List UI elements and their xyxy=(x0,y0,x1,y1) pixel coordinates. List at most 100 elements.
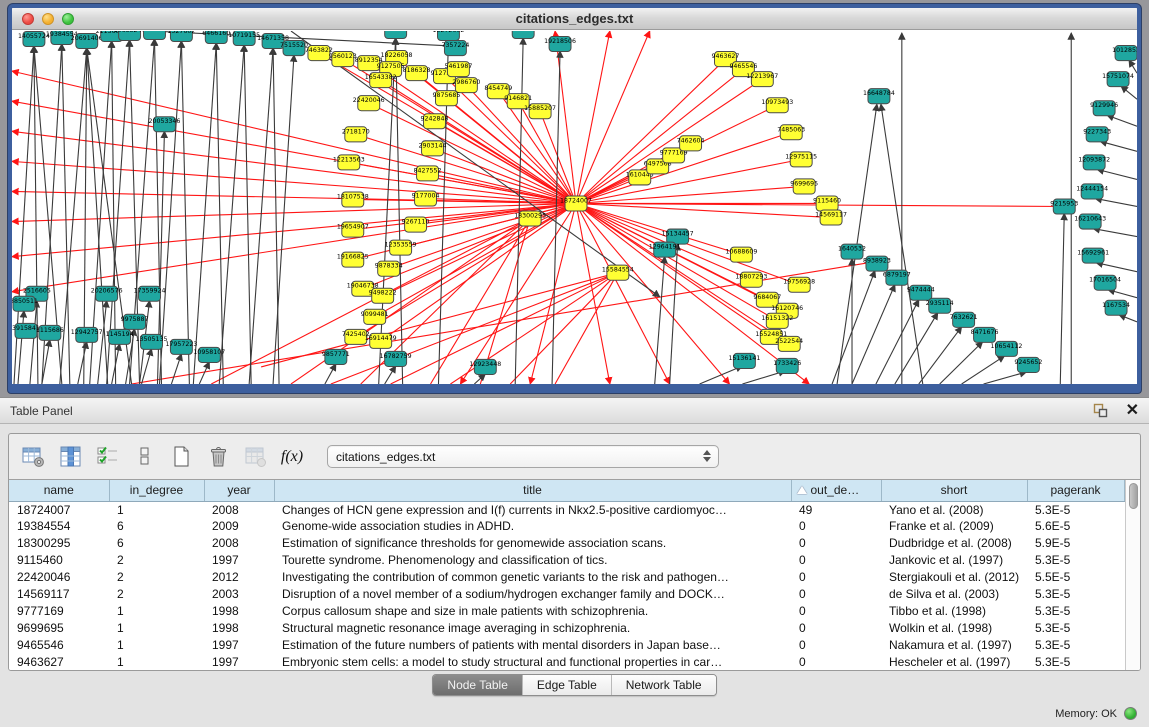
node-attribute-table[interactable]: namein_degreeyeartitleout_de…shortpagera… xyxy=(9,480,1125,670)
scrollbar-thumb[interactable] xyxy=(1129,483,1138,509)
function-builder-icon[interactable]: f(x) xyxy=(280,445,304,469)
table-settings-icon[interactable] xyxy=(21,445,45,469)
table-cell[interactable]: 1997 xyxy=(204,653,274,670)
graph-node[interactable]: 2935114 xyxy=(926,298,954,313)
column-header-in_degree[interactable]: in_degree xyxy=(109,480,204,501)
table-cell[interactable]: Yano et al. (2008) xyxy=(881,501,1027,518)
table-cell[interactable]: 0 xyxy=(791,585,881,602)
graph-node[interactable]: 10973493 xyxy=(761,98,793,113)
table-cell[interactable]: 0 xyxy=(791,518,881,535)
table-cell[interactable]: 5.3E-5 xyxy=(1027,585,1124,602)
graph-node[interactable]: 5461987 xyxy=(444,62,472,77)
graph-edge[interactable] xyxy=(852,285,895,384)
graph-node[interactable]: 16914479 xyxy=(365,333,397,348)
row-height-icon[interactable] xyxy=(132,445,156,469)
graph-node[interactable]: 20206576 xyxy=(91,286,123,301)
graph-node[interactable]: 9227343 xyxy=(1083,127,1111,142)
table-cell[interactable]: 0 xyxy=(791,602,881,619)
graph-edge[interactable] xyxy=(1129,60,1137,73)
graph-edge[interactable] xyxy=(1093,229,1137,237)
graph-edge[interactable] xyxy=(181,41,189,384)
table-cell[interactable]: 0 xyxy=(791,653,881,670)
table-cell[interactable]: 0 xyxy=(791,552,881,569)
graph-node[interactable]: 9498222 xyxy=(369,288,397,303)
table-cell[interactable]: 1997 xyxy=(204,552,274,569)
graph-node[interactable]: 16053809 xyxy=(380,31,412,39)
delete-table-icon[interactable] xyxy=(206,445,230,469)
table-cell[interactable]: 2 xyxy=(109,569,204,586)
graph-node[interactable]: 15885207 xyxy=(524,104,556,119)
graph-node[interactable]: 9115460 xyxy=(813,196,841,211)
table-cell[interactable]: 5.3E-5 xyxy=(1027,653,1124,670)
graph-edge[interactable] xyxy=(576,69,743,203)
table-cell[interactable]: 6 xyxy=(109,535,204,552)
graph-node[interactable]: 18300295 xyxy=(514,211,546,226)
graph-node[interactable]: 22420046 xyxy=(353,96,385,111)
graph-node[interactable]: 6466160 xyxy=(202,31,230,44)
table-cell[interactable]: 1 xyxy=(109,501,204,518)
graph-node[interactable]: 15136141 xyxy=(728,353,760,368)
table-cell[interactable]: 1 xyxy=(109,619,204,636)
graph-node[interactable]: 1733426 xyxy=(773,358,801,373)
graph-edge[interactable] xyxy=(1097,169,1137,179)
column-header-year[interactable]: year xyxy=(204,480,274,501)
graph-edge[interactable] xyxy=(216,43,223,384)
table-row[interactable]: 946554611997Estimation of the future num… xyxy=(9,636,1124,653)
table-cell[interactable]: 0 xyxy=(791,619,881,636)
minimize-window-button[interactable] xyxy=(42,13,54,25)
table-row[interactable]: 2242004622012Investigating the contribut… xyxy=(9,569,1124,586)
graph-node[interactable]: 17016504 xyxy=(1089,275,1121,290)
table-cell[interactable]: Nakamura et al. (1997) xyxy=(881,636,1027,653)
table-cell[interactable]: 18300295 xyxy=(9,535,109,552)
graph-edge[interactable] xyxy=(385,366,396,384)
table-cell[interactable]: 0 xyxy=(791,636,881,653)
network-window[interactable]: citations_edges.txt 18724007183002951558… xyxy=(8,4,1141,393)
table-scrollbar[interactable] xyxy=(1125,480,1141,670)
table-cell[interactable]: 9777169 xyxy=(9,602,109,619)
column-header-pagerank[interactable]: pagerank xyxy=(1027,480,1124,501)
table-cell[interactable]: 5.3E-5 xyxy=(1027,501,1124,518)
graph-node[interactable]: 7515520 xyxy=(280,41,308,56)
graph-edge[interactable] xyxy=(12,101,576,203)
graph-node[interactable]: 15584554 xyxy=(602,265,634,280)
table-cell[interactable]: Estimation of the future numbers of pati… xyxy=(274,636,791,653)
citation-network-graph[interactable]: 1872400718300295155845547463822956012389… xyxy=(12,31,1137,384)
graph-node[interactable]: 12964191 xyxy=(649,242,681,257)
table-cell[interactable]: 1998 xyxy=(204,619,274,636)
graph-node[interactable]: 9099481 xyxy=(361,309,389,324)
graph-node[interactable]: 9857771 xyxy=(322,349,350,364)
graph-node[interactable]: 8850511 xyxy=(12,296,38,311)
graph-edge[interactable] xyxy=(249,48,273,384)
table-row[interactable]: 969969511998Structural magnetic resonanc… xyxy=(9,619,1124,636)
column-header-out_de[interactable]: out_de… xyxy=(791,480,881,501)
table-cell[interactable]: Wolkin et al. (1998) xyxy=(881,619,1027,636)
table-cell[interactable]: Structural magnetic resonance image aver… xyxy=(274,619,791,636)
table-cell[interactable]: 2 xyxy=(109,585,204,602)
network-table-selector[interactable]: citations_edges.txt xyxy=(327,445,719,468)
graph-edge[interactable] xyxy=(670,244,678,384)
table-row[interactable]: 977716911998Corpus callosum shape and si… xyxy=(9,602,1124,619)
table-cell[interactable]: Changes of HCN gene expression and I(f) … xyxy=(274,501,791,518)
table-cell[interactable]: 2003 xyxy=(204,585,274,602)
graph-node[interactable]: 9560123 xyxy=(329,52,357,67)
table-cell[interactable]: 9699695 xyxy=(9,619,109,636)
graph-node[interactable]: 9975887 xyxy=(121,314,149,329)
table-cell[interactable]: 9465546 xyxy=(9,636,109,653)
graph-node[interactable]: 18807293 xyxy=(735,272,767,287)
table-column-icon[interactable] xyxy=(58,445,82,469)
graph-node[interactable]: 19166825 xyxy=(337,252,369,267)
graph-edge[interactable] xyxy=(474,374,485,384)
table-cell[interactable]: 0 xyxy=(791,535,881,552)
graph-node[interactable]: 16210643 xyxy=(1074,214,1106,229)
table-cell[interactable]: 1 xyxy=(109,636,204,653)
graph-node[interactable]: 1115686 xyxy=(36,325,64,340)
graph-edge[interactable] xyxy=(193,43,216,384)
table-cell[interactable]: 0 xyxy=(791,569,881,586)
table-cell[interactable]: 5.3E-5 xyxy=(1027,636,1124,653)
import-table-icon[interactable] xyxy=(243,445,267,469)
graph-node[interactable]: 12213563 xyxy=(333,155,365,170)
graph-edge[interactable] xyxy=(433,148,576,203)
graph-node[interactable]: 10958107 xyxy=(193,347,225,362)
table-cell[interactable]: Investigating the contribution of common… xyxy=(274,569,791,586)
graph-node[interactable]: 17359924 xyxy=(134,286,166,301)
